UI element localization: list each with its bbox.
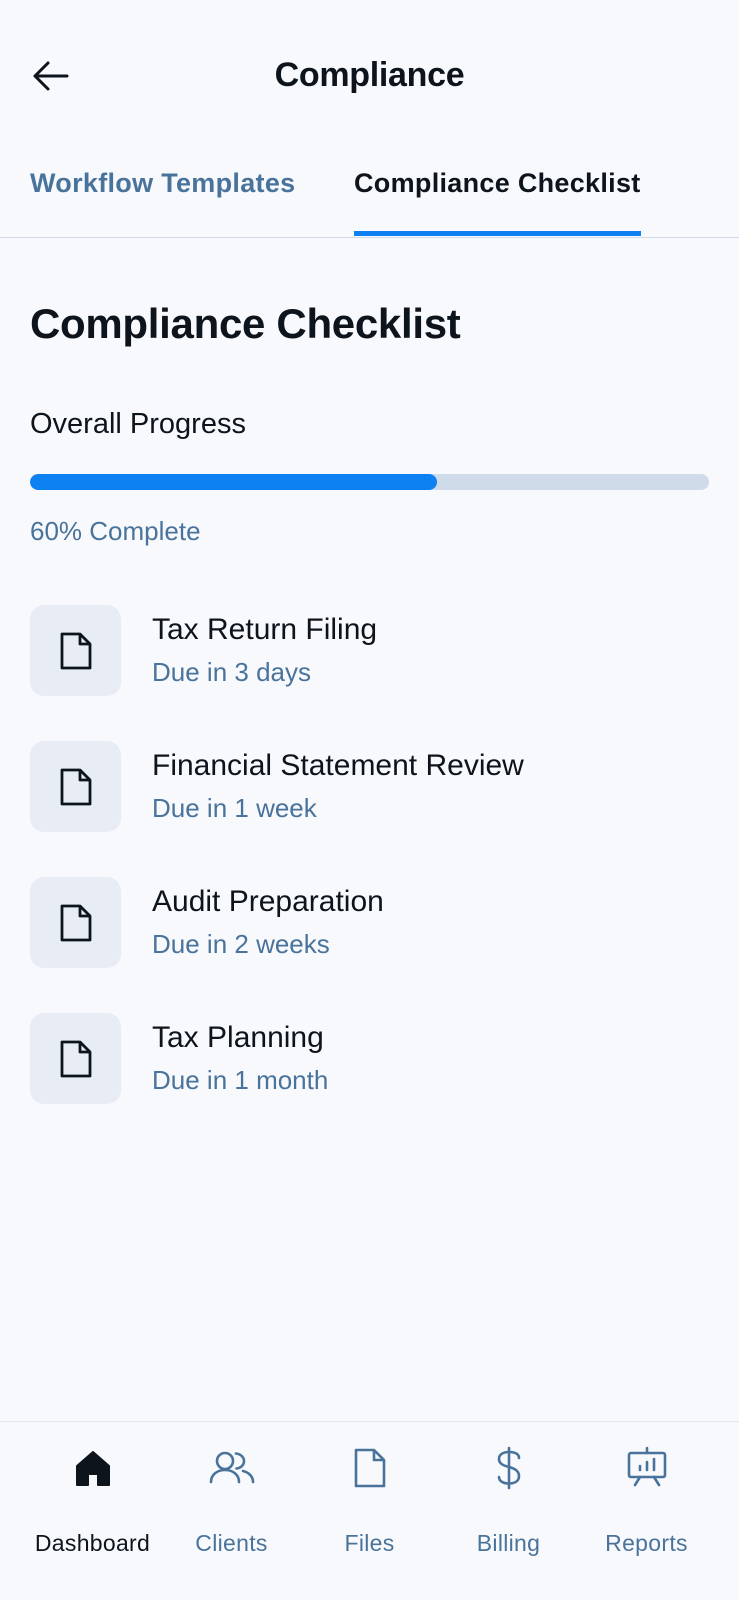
checklist-item[interactable]: Financial Statement Review Due in 1 week <box>30 741 709 877</box>
nav-billing[interactable]: Billing <box>439 1444 578 1564</box>
nav-label: Files <box>344 1530 395 1556</box>
item-due: Due in 2 weeks <box>152 929 330 959</box>
item-title: Tax Planning <box>152 1021 324 1054</box>
item-title: Audit Preparation <box>152 885 384 918</box>
progress-bar-fill <box>30 474 438 490</box>
section-heading: Compliance Checklist <box>30 300 461 347</box>
nav-label: Dashboard <box>34 1530 151 1556</box>
document-icon <box>60 1040 91 1077</box>
checklist-item[interactable]: Tax Return Filing Due in 3 days <box>30 605 709 741</box>
nav-reports[interactable]: Reports <box>577 1444 716 1564</box>
bottom-nav: Dashboard Clients Files Billing Reports <box>0 1421 739 1600</box>
nav-label: Reports <box>605 1530 688 1556</box>
progress-label: Overall Progress <box>30 408 246 440</box>
item-icon-tile <box>30 605 121 696</box>
document-icon <box>60 768 91 805</box>
checklist: Tax Return Filing Due in 3 days Financia… <box>30 605 709 1149</box>
item-due: Due in 3 days <box>152 657 311 687</box>
nav-label: Billing <box>476 1530 541 1556</box>
page-title: Compliance <box>274 56 465 94</box>
item-due: Due in 1 week <box>152 793 317 823</box>
item-icon-tile <box>30 1013 121 1104</box>
tab-compliance-checklist[interactable]: Compliance Checklist <box>354 168 641 236</box>
users-icon <box>209 1451 254 1484</box>
checklist-item[interactable]: Audit Preparation Due in 2 weeks <box>30 877 709 1013</box>
tab-bar: Workflow Templates Compliance Checklist <box>0 150 739 238</box>
nav-label: Clients <box>195 1530 268 1556</box>
home-icon <box>75 1451 110 1486</box>
nav-clients[interactable]: Clients <box>162 1444 301 1564</box>
tab-workflow-templates[interactable]: Workflow Templates <box>30 168 295 236</box>
progress-percent-text: 60% Complete <box>30 516 201 546</box>
nav-files[interactable]: Files <box>300 1444 439 1564</box>
checklist-item[interactable]: Tax Planning Due in 1 month <box>30 1013 709 1149</box>
document-icon <box>60 632 91 669</box>
dollar-icon <box>497 1446 520 1490</box>
item-title: Financial Statement Review <box>152 749 524 782</box>
nav-dashboard[interactable]: Dashboard <box>23 1444 162 1564</box>
item-due: Due in 1 month <box>152 1065 329 1095</box>
document-icon <box>60 904 91 941</box>
item-title: Tax Return Filing <box>152 613 378 646</box>
progress-bar <box>30 474 709 490</box>
item-icon-tile <box>30 877 121 968</box>
item-icon-tile <box>30 741 121 832</box>
presentation-chart-icon <box>627 1446 666 1487</box>
top-app-bar: Compliance <box>0 0 739 150</box>
file-icon <box>354 1448 385 1488</box>
